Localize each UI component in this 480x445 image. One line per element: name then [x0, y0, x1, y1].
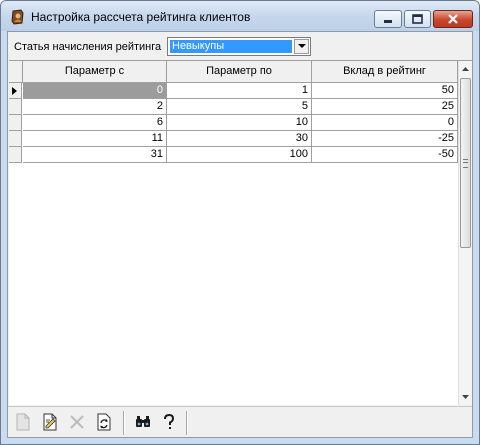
maximize-icon [412, 14, 423, 24]
table-cell[interactable]: -25 [312, 131, 458, 147]
rating-article-label: Статья начисления рейтинга [14, 41, 162, 53]
table-cell[interactable]: 31 [23, 147, 167, 163]
edit-record-button[interactable] [39, 411, 61, 433]
new-record-button[interactable] [12, 411, 34, 433]
app-icon [11, 9, 24, 25]
row-indicator[interactable] [9, 147, 22, 163]
delete-record-button[interactable] [66, 411, 88, 433]
column-header-rating-contribution[interactable]: Вклад в рейтинг [312, 61, 458, 83]
refresh-icon [97, 413, 111, 431]
scroll-down-button[interactable] [459, 389, 472, 405]
scroll-thumb[interactable] [460, 78, 471, 248]
find-binoculars-icon [136, 416, 150, 427]
table-cell[interactable]: 25 [312, 99, 458, 115]
table-cell[interactable]: 11 [23, 131, 167, 147]
row-indicator[interactable] [9, 99, 22, 115]
scroll-up-icon [462, 67, 469, 71]
column-header-param-to[interactable]: Параметр по [167, 61, 312, 83]
rating-grid[interactable]: Параметр с Параметр по Вклад в рейтинг 0… [9, 60, 472, 405]
refresh-button[interactable] [93, 411, 115, 433]
table-cell[interactable]: 1 [167, 83, 312, 99]
table-cell[interactable]: 5 [167, 99, 312, 115]
table-cell[interactable]: 6 [23, 115, 167, 131]
table-cell[interactable]: 100 [167, 147, 312, 163]
table-cell[interactable]: 0 [23, 83, 167, 99]
main-window: Настройка рассчета рейтинга клиентов Ста… [0, 0, 480, 445]
delete-record-icon [70, 415, 84, 429]
find-button[interactable] [132, 411, 154, 433]
client-area: Статья начисления рейтинга Невыкупы Пара… [7, 31, 473, 438]
window-title: Настройка рассчета рейтинга клиентов [31, 10, 251, 24]
row-indicator[interactable] [9, 83, 22, 99]
row-indicator-header [9, 61, 23, 83]
new-record-icon [16, 413, 30, 431]
chevron-down-icon [298, 44, 306, 48]
edit-record-icon [43, 413, 57, 431]
scroll-up-button[interactable] [459, 61, 472, 77]
table-cell[interactable]: 30 [167, 131, 312, 147]
table-cell[interactable]: 10 [167, 115, 312, 131]
dropdown-button[interactable] [294, 39, 309, 54]
bottom-toolbar [8, 406, 472, 438]
minimize-icon [384, 20, 392, 23]
table-cell[interactable]: -50 [312, 147, 458, 163]
row-indicator[interactable] [9, 115, 22, 131]
scroll-down-icon [462, 395, 469, 399]
toolbar-separator [123, 411, 125, 435]
vertical-scrollbar[interactable] [458, 61, 472, 405]
title-bar[interactable]: Настройка рассчета рейтинга клиентов [1, 1, 479, 31]
current-row-arrow-icon [12, 87, 17, 95]
close-button[interactable] [433, 10, 473, 28]
rating-article-select[interactable]: Невыкупы [167, 37, 311, 56]
maximize-button[interactable] [404, 10, 431, 28]
row-indicator[interactable] [9, 131, 22, 147]
table-cell[interactable]: 0 [312, 115, 458, 131]
table-cell[interactable]: 50 [312, 83, 458, 99]
help-icon [164, 413, 175, 429]
toolbar-separator [186, 411, 188, 435]
table-cell[interactable]: 2 [23, 99, 167, 115]
rating-article-value: Невыкупы [170, 40, 292, 53]
help-button[interactable] [158, 411, 180, 433]
minimize-button[interactable] [374, 10, 402, 28]
column-header-param-from[interactable]: Параметр с [23, 61, 167, 83]
close-icon [448, 14, 458, 24]
